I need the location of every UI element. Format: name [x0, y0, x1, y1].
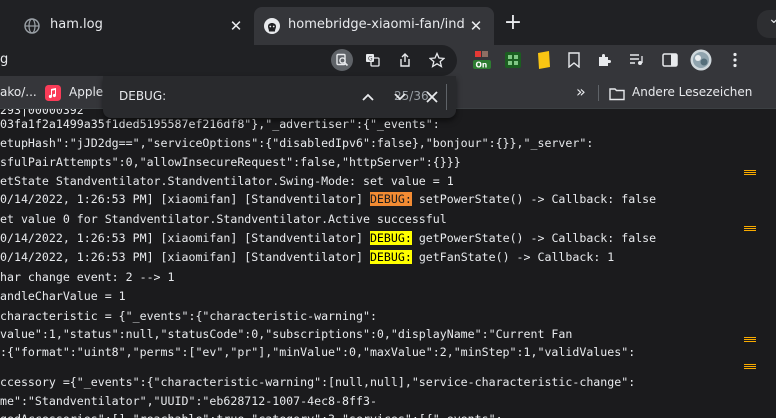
folder-icon [609, 86, 625, 101]
more-menu-icon[interactable] [724, 49, 746, 71]
log-line: 0/14/2022, 1:26:53 PM] [xiaomifan] [Stan… [0, 231, 656, 245]
bookmark-extension-icon[interactable] [563, 49, 585, 71]
globe-icon [24, 18, 40, 34]
log-line: 0/14/2022, 1:26:53 PM] [xiaomifan] [Stan… [0, 250, 614, 264]
tab-title: ham.log [50, 17, 103, 32]
find-previous-button[interactable] [359, 88, 377, 106]
log-text: 0/14/2022, 1:26:53 PM] [xiaomifan] [Stan… [0, 250, 370, 264]
address-text[interactable]: g [0, 52, 8, 67]
profile-avatar-icon[interactable] [690, 49, 712, 71]
log-line: gedAccessories":[],"reachable":true,"cat… [0, 412, 503, 418]
find-match: DEBUG: [369, 231, 412, 245]
log-text: 0/14/2022, 1:26:53 PM] [xiaomifan] [Stan… [0, 231, 370, 245]
notes-extension-icon[interactable] [533, 49, 555, 71]
log-text: getFanState() -> Callback: 1 [411, 250, 615, 264]
log-text: 03fa1f2a1499a35f1ded5195587ef216df8"},"_… [0, 117, 440, 131]
log-text: gedAccessories":[],"reachable":true,"cat… [0, 412, 503, 418]
github-icon [264, 18, 280, 34]
extension-on-icon[interactable]: On [471, 49, 493, 71]
log-text: me":"Standventilator","UUID":"eb628712-1… [0, 394, 377, 408]
svg-text:G: G [368, 56, 373, 63]
log-text: ccessory ={"_events":{"characteristic-wa… [0, 375, 636, 389]
log-line: 293|00000392 [0, 109, 84, 117]
media-control-icon[interactable] [625, 49, 647, 71]
scrollbar-match-marker [744, 226, 756, 231]
scrollbar-match-marker [744, 170, 756, 175]
log-line: etupHash":"jJD2dg==","serviceOptions":{"… [0, 136, 593, 150]
share-icon[interactable] [394, 49, 416, 71]
log-line: andleCharValue = 1 [0, 289, 126, 303]
side-panel-icon[interactable] [659, 49, 681, 71]
scrollbar-match-marker [744, 364, 756, 369]
log-text: value":1,"status":null,"statusCode":0,"s… [0, 327, 573, 341]
find-icon[interactable] [331, 49, 353, 71]
bookmark-item[interactable]: Apple [69, 85, 103, 99]
new-tab-button[interactable]: + [503, 12, 523, 34]
log-text: har change event: 2 --> 1 [0, 270, 175, 284]
log-text: getPowerState() -> Callback: false [411, 231, 657, 245]
find-bar: DEBUG: 25/36 [103, 76, 456, 118]
puzzle-extensions-icon[interactable] [594, 49, 616, 71]
apple-music-icon [45, 85, 61, 101]
log-content: 293|00000392 03fa1f2a1499a35f1ded5195587… [0, 109, 776, 418]
log-line: characteristic = {"_events":{"characteri… [0, 309, 377, 323]
log-text: etupHash":"jJD2dg==","serviceOptions":{"… [0, 136, 594, 150]
log-line: har change event: 2 --> 1 [0, 270, 175, 284]
scrollbar-match-marker [744, 337, 756, 342]
log-line: me":"Standventilator","UUID":"eb628712-1… [0, 394, 377, 408]
tab-homebridge-index[interactable]: homebridge-xiaomi-fan/index.j ✕ [254, 7, 494, 45]
log-line: value":1,"status":null,"statusCode":0,"s… [0, 327, 572, 341]
log-line: et value 0 for Standventilator.Standvent… [0, 212, 447, 226]
log-text: :{"format":"uint8","perms":["ev","pr"],"… [0, 345, 636, 359]
tab-strip: ham.log ✕ homebridge-xiaomi-fan/index.j … [0, 0, 776, 45]
log-line: 03fa1f2a1499a35f1ded5195587ef216df8"},"_… [0, 117, 440, 131]
log-line: etState Standventilator.Standventilator.… [0, 174, 454, 188]
address-bar[interactable]: g G [0, 45, 457, 76]
log-text: etState Standventilator.Standventilator.… [0, 174, 454, 188]
toolbar: g G On [0, 45, 776, 76]
svg-text:On: On [476, 61, 488, 70]
separator [598, 85, 599, 101]
log-line: 0/14/2022, 1:26:53 PM] [xiaomifan] [Stan… [0, 192, 656, 206]
find-match-active: DEBUG: [369, 192, 412, 206]
grid-extension-icon[interactable] [502, 49, 524, 71]
tab-close-icon[interactable]: ✕ [468, 18, 484, 34]
vertical-scrollbar[interactable] [740, 109, 776, 418]
log-line: sfulPairAttempts":0,"allowInsecureReques… [0, 155, 461, 169]
bookmark-star-icon[interactable] [426, 49, 448, 71]
log-text: setPowerState() -> Callback: false [411, 192, 657, 206]
tab-title: homebridge-xiaomi-fan/index.j [288, 17, 464, 32]
log-line: ccessory ={"_events":{"characteristic-wa… [0, 375, 635, 389]
separator [446, 84, 447, 110]
log-text: andleCharValue = 1 [0, 289, 126, 303]
translate-icon[interactable]: G [362, 49, 384, 71]
close-find-button[interactable] [423, 88, 441, 106]
log-text: et value 0 for Standventilator.Standvent… [0, 212, 447, 226]
bookmark-item[interactable]: ako/... [0, 85, 37, 99]
tab-close-icon[interactable]: ✕ [228, 18, 244, 34]
log-text: sfulPairAttempts":0,"allowInsecureReques… [0, 155, 461, 169]
find-input[interactable]: DEBUG: [119, 89, 279, 103]
log-line: :{"format":"uint8","perms":["ev","pr"],"… [0, 345, 635, 359]
find-next-button[interactable] [391, 88, 409, 106]
find-match: DEBUG: [369, 250, 412, 264]
bookmarks-overflow-button[interactable]: » [576, 82, 586, 101]
log-text: characteristic = {"_events":{"characteri… [0, 309, 377, 323]
tab-ham-log[interactable]: ham.log ✕ [0, 7, 253, 45]
chevron-down-icon: ⌄ [768, 11, 776, 27]
other-bookmarks-folder[interactable]: Andere Lesezeichen [632, 85, 752, 99]
log-text: 0/14/2022, 1:26:53 PM] [xiaomifan] [Stan… [0, 192, 370, 206]
